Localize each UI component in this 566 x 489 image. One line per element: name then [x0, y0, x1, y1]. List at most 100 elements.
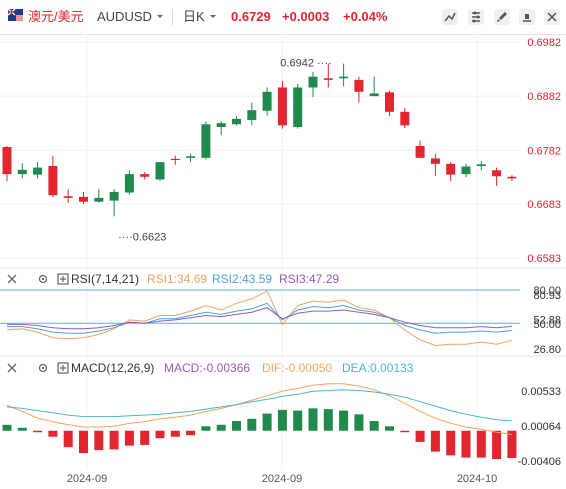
candle — [339, 63, 349, 87]
candle — [354, 76, 364, 103]
dif-line — [6, 383, 512, 435]
macd-bar — [48, 430, 58, 437]
macd-bar — [461, 430, 471, 458]
macd-bar — [216, 424, 226, 431]
high-annotation: 0.6942 ···· — [280, 58, 331, 70]
macd-bar — [140, 430, 150, 445]
gear-icon[interactable] — [37, 362, 49, 374]
candle — [247, 102, 257, 126]
candle-body — [186, 156, 196, 158]
x-tick-label: 2024-10 — [457, 473, 497, 485]
candle-body — [155, 162, 165, 180]
candle — [293, 83, 303, 129]
candle-body — [507, 176, 517, 179]
candle-body — [232, 118, 241, 125]
candle-body — [430, 158, 440, 164]
candle-body — [17, 169, 27, 175]
macd-bar — [262, 413, 272, 431]
candle — [415, 140, 425, 158]
rsi-panel — [0, 289, 520, 347]
candle-body — [476, 164, 486, 166]
macd-value: MACD:-0.00366 — [164, 361, 251, 375]
candle — [385, 90, 394, 117]
candle — [186, 153, 196, 163]
macd-bar — [507, 430, 517, 459]
dea-value: DEA:0.00133 — [342, 361, 414, 375]
macd-tick-label: -0.00406 — [518, 456, 561, 468]
candle — [109, 189, 119, 217]
chart-canvas[interactable]: 0.6982 0.6882 0.6782 0.6683 0.6583 0.6942 ···… — [0, 0, 566, 489]
macd-bar — [232, 421, 241, 431]
candle — [48, 155, 58, 198]
candle-body — [461, 166, 471, 175]
candle-body — [262, 91, 272, 111]
price-panel — [2, 63, 517, 217]
macd-bar — [415, 430, 425, 442]
candle-body — [201, 124, 211, 158]
price-tick-label: 0.6583 — [527, 253, 561, 265]
rsi2-value: RSI2:43.59 — [212, 272, 273, 286]
candle-body — [124, 174, 134, 193]
close-indicator-icon[interactable] — [6, 362, 18, 374]
candle-body — [247, 110, 257, 120]
close-indicator-icon[interactable] — [6, 273, 18, 285]
candle — [2, 145, 12, 182]
candle — [262, 87, 272, 116]
candle-body — [109, 191, 119, 201]
macd-bar — [94, 430, 104, 451]
candle-body — [339, 76, 349, 79]
macd-bar — [155, 430, 165, 439]
candle — [308, 71, 318, 98]
macd-bar — [369, 421, 379, 431]
x-tick-label: 2024-09 — [67, 473, 107, 485]
macd-tick-label: 0.00533 — [521, 386, 561, 398]
x-tick-label: 2024-09 — [262, 473, 302, 485]
rsi1-value: RSI1:34.69 — [147, 272, 208, 286]
candle-body — [415, 145, 425, 158]
dif-value: DIF:-0.00050 — [262, 361, 333, 375]
candle — [430, 154, 440, 176]
candle — [507, 175, 517, 182]
candle — [155, 162, 165, 181]
expand-icon[interactable] — [57, 273, 69, 285]
macd-bar — [33, 430, 43, 433]
macd-bar — [308, 408, 318, 431]
candle-body — [369, 93, 379, 97]
candle — [140, 171, 150, 180]
macd-bar — [323, 409, 333, 431]
candle-body — [216, 123, 226, 127]
candle-body — [400, 111, 410, 126]
candle-body — [48, 165, 58, 196]
macd-bar — [400, 430, 410, 433]
candle — [94, 189, 104, 203]
candle — [400, 108, 410, 129]
rsi-tick-label: 26.80 — [533, 344, 561, 356]
price-tick-label: 0.6683 — [527, 199, 561, 211]
rsi-label: RSI(7,14,21) — [71, 272, 140, 286]
macd-bar — [79, 430, 88, 454]
price-tick-label: 0.6882 — [527, 91, 561, 103]
macd-bar — [186, 430, 196, 436]
macd-label: MACD(12,26,9) — [71, 361, 155, 375]
candle — [277, 80, 287, 129]
candle — [33, 162, 43, 179]
candle — [446, 162, 456, 182]
candle — [170, 155, 180, 165]
price-tick-label: 0.6982 — [527, 37, 561, 49]
macd-bar — [170, 430, 180, 437]
low-annotation: ····0.6623 — [118, 231, 166, 243]
candle — [63, 189, 73, 203]
rsi-tick-label: 50.00 — [533, 319, 561, 331]
gear-icon[interactable] — [37, 273, 49, 285]
rsi-series-line-3 — [7, 307, 512, 330]
candle — [476, 161, 486, 171]
macd-bar — [2, 424, 12, 431]
price-tick-label: 0.6782 — [527, 145, 561, 157]
macd-bar — [293, 410, 303, 431]
candle — [232, 116, 241, 126]
macd-bar — [109, 430, 119, 450]
expand-icon[interactable] — [57, 362, 69, 374]
macd-bar — [17, 427, 27, 431]
candle-body — [79, 196, 88, 202]
candle-body — [293, 87, 303, 127]
